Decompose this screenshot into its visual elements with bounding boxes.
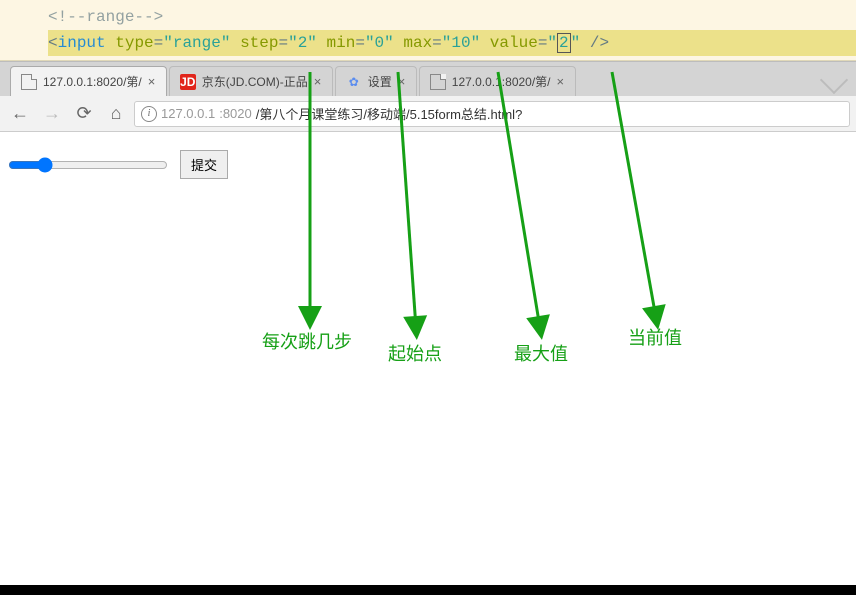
gear-icon: ✿ — [346, 74, 362, 90]
code-editor: <!--range--> <input type="range" step="2… — [0, 0, 856, 61]
forward-button[interactable]: → — [38, 100, 66, 128]
tab-0[interactable]: 127.0.0.1:8020/第/ × — [10, 66, 167, 96]
home-button[interactable]: ⌂ — [102, 100, 130, 128]
bottom-bar — [0, 585, 856, 595]
range-input[interactable] — [8, 157, 168, 173]
submit-button[interactable]: 提交 — [180, 150, 228, 179]
url-port: :8020 — [219, 106, 252, 121]
tab-title: 京东(JD.COM)-正品 — [202, 73, 308, 90]
tab-title: 127.0.0.1:8020/第/ — [452, 73, 551, 90]
reload-button[interactable]: ⟳ — [70, 100, 98, 128]
toolbar: ← → ⟳ ⌂ i 127.0.0.1 :8020/第八个月课堂练习/移动端/5.… — [0, 96, 856, 132]
url-path: /第八个月课堂练习/移动端/5.15form总结.html? — [256, 104, 523, 123]
code-comment-line: <!--range--> — [48, 4, 856, 30]
tab-bar: 127.0.0.1:8020/第/ × JD 京东(JD.COM)-正品 × ✿… — [0, 62, 856, 96]
info-icon[interactable]: i — [141, 106, 157, 122]
tab-1[interactable]: JD 京东(JD.COM)-正品 × — [169, 66, 333, 96]
code-comment: <!--range--> — [48, 8, 163, 26]
browser-window: 127.0.0.1:8020/第/ × JD 京东(JD.COM)-正品 × ✿… — [0, 61, 856, 197]
annotation-max: 最大值 — [514, 340, 568, 366]
annotation-value: 当前值 — [628, 324, 682, 350]
back-button[interactable]: ← — [6, 100, 34, 128]
page-icon — [21, 74, 37, 90]
close-icon[interactable]: × — [148, 74, 158, 89]
jd-icon: JD — [180, 74, 196, 90]
close-icon[interactable]: × — [314, 74, 324, 89]
close-icon[interactable]: × — [557, 74, 567, 89]
tab-3[interactable]: 127.0.0.1:8020/第/ × — [419, 66, 576, 96]
annotation-min: 起始点 — [388, 340, 442, 366]
close-icon[interactable]: × — [398, 74, 408, 89]
url-host: 127.0.0.1 — [161, 106, 215, 121]
tab-2[interactable]: ✿ 设置 × — [335, 66, 417, 96]
page-content: 提交 — [0, 132, 856, 197]
annotation-step: 每次跳几步 — [262, 328, 352, 354]
code-input-line: <input type="range" step="2" min="0" max… — [48, 30, 856, 56]
tab-title: 127.0.0.1:8020/第/ — [43, 73, 142, 90]
tab-title: 设置 — [368, 73, 392, 90]
page-icon — [430, 74, 446, 90]
address-bar[interactable]: i 127.0.0.1 :8020/第八个月课堂练习/移动端/5.15form总结… — [134, 101, 850, 127]
